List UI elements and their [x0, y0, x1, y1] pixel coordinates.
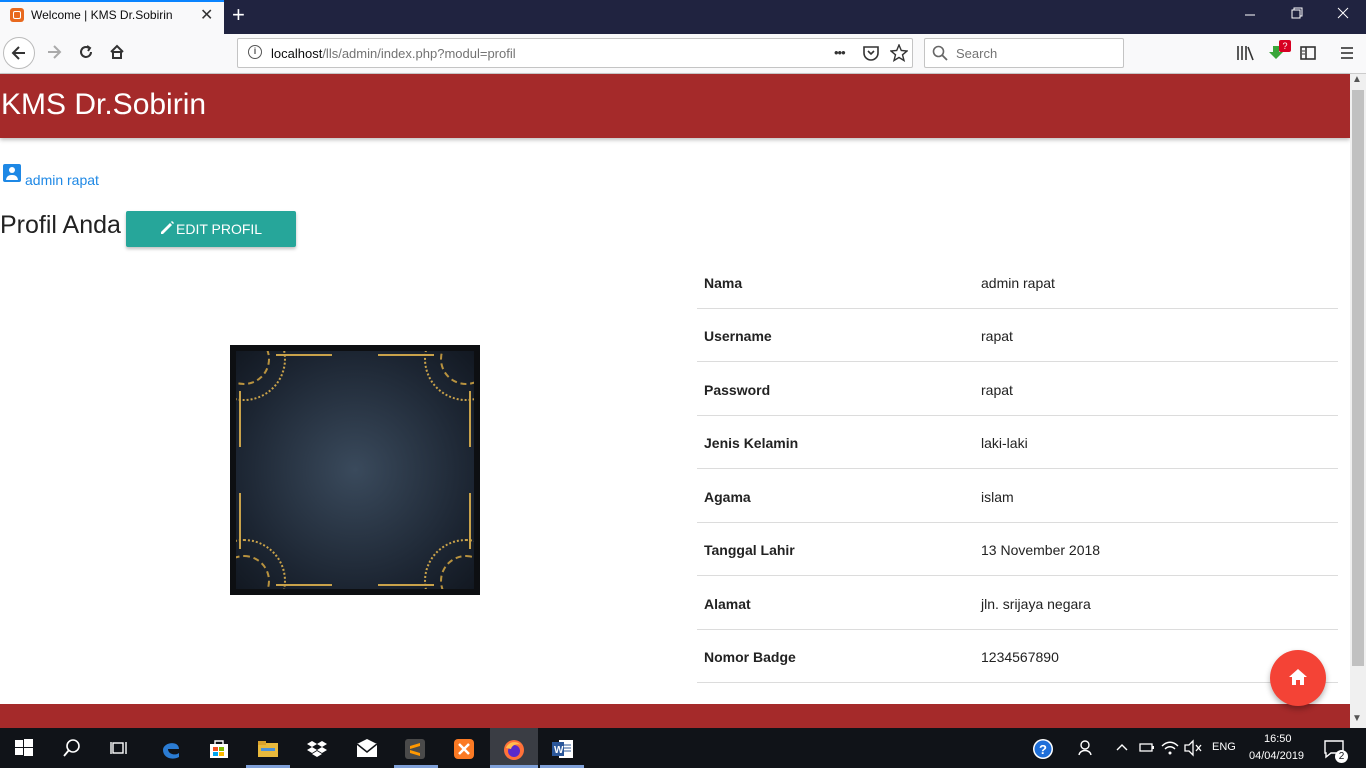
people-icon[interactable] [1077, 738, 1099, 760]
row-label: Nomor Badge [704, 649, 796, 665]
restore-window-icon[interactable] [1290, 6, 1304, 23]
volume-muted-icon[interactable] [1183, 738, 1205, 760]
home-icon[interactable] [103, 42, 131, 66]
close-window-icon[interactable] [1336, 6, 1350, 23]
edge-browser-icon[interactable] [160, 738, 182, 760]
help-icon[interactable]: ? [1032, 738, 1054, 760]
row-value: jln. srijaya negara [981, 596, 1091, 612]
table-row: Alamat jln. srijaya negara [697, 577, 1338, 630]
language-indicator[interactable]: ENG [1212, 741, 1236, 753]
close-tab-icon[interactable]: ✕ [200, 5, 213, 25]
sidebar-toggle-icon[interactable] [1300, 45, 1316, 66]
taskbar-search-icon[interactable] [62, 738, 84, 760]
table-row: Password rapat [697, 363, 1338, 416]
table-row: Username rapat [697, 309, 1338, 362]
power-battery-icon[interactable] [1138, 738, 1160, 760]
account-box-icon [3, 164, 21, 182]
row-label: Password [704, 382, 771, 398]
download-badge: ? [1279, 40, 1291, 52]
minimize-window-icon[interactable] [1244, 6, 1256, 23]
row-label: Username [704, 328, 772, 344]
row-value: 1234567890 [981, 649, 1059, 665]
user-profile-link[interactable]: admin rapat [25, 172, 99, 188]
row-label: Agama [704, 489, 751, 505]
wifi-icon[interactable] [1160, 738, 1182, 760]
row-value: admin rapat [981, 275, 1055, 291]
clock-date[interactable]: 04/04/2019 [1249, 750, 1304, 762]
library-icon[interactable] [1236, 45, 1254, 66]
sublime-text-icon[interactable] [404, 738, 426, 760]
row-label: Tanggal Lahir [704, 542, 795, 558]
row-label: Jenis Kelamin [704, 435, 799, 451]
pocket-icon[interactable] [862, 44, 880, 67]
row-value: 13 November 2018 [981, 542, 1101, 558]
task-view-icon[interactable] [110, 738, 132, 760]
pencil-icon [159, 220, 175, 236]
page-title: Profil Anda [0, 211, 121, 239]
clock-time[interactable]: 16:50 [1264, 733, 1292, 745]
site-brand[interactable]: KMS Dr.Sobirin [1, 88, 206, 122]
forward-arrow-icon[interactable] [40, 42, 68, 66]
back-arrow-icon[interactable] [3, 37, 35, 69]
site-footer [0, 704, 1350, 728]
row-label: Nama [704, 275, 743, 291]
search-placeholder: Search [956, 46, 998, 61]
row-value: rapat [981, 328, 1013, 344]
menu-icon[interactable] [1340, 46, 1354, 65]
row-label: Alamat [704, 596, 751, 612]
tab-title: Welcome | KMS Dr.Sobirin [31, 8, 173, 22]
notification-count-badge: 2 [1335, 750, 1348, 763]
bookmark-star-icon[interactable] [889, 43, 909, 67]
row-value: rapat [981, 382, 1013, 398]
svg-text:W: W [554, 745, 564, 756]
table-row: Tanggal Lahir 13 November 2018 [697, 523, 1338, 576]
scroll-down-arrow-icon[interactable]: ▼ [1352, 713, 1362, 724]
file-explorer-icon[interactable] [257, 738, 279, 760]
table-row: Nama admin rapat [697, 256, 1338, 309]
profile-photo [230, 345, 480, 595]
table-row: Agama islam [697, 470, 1338, 523]
row-value: islam [981, 489, 1014, 505]
dropbox-icon[interactable] [306, 738, 328, 760]
firefox-icon[interactable] [502, 738, 524, 760]
page-actions-icon[interactable]: ••• [834, 45, 846, 60]
show-hidden-icons-chevron-icon[interactable] [1115, 738, 1137, 760]
table-row: Jenis Kelamin laki-laki [697, 416, 1338, 469]
mail-icon[interactable] [355, 738, 378, 760]
reload-icon[interactable] [72, 42, 100, 66]
store-icon[interactable] [208, 738, 230, 760]
scroll-up-arrow-icon[interactable]: ▲ [1352, 74, 1362, 85]
table-row: Nomor Badge 1234567890 [697, 630, 1338, 683]
home-icon [1288, 667, 1308, 687]
new-tab-button[interactable]: + [232, 2, 245, 28]
search-icon [932, 45, 948, 66]
site-info-icon[interactable]: i [248, 45, 262, 59]
xampp-icon[interactable] [453, 738, 475, 760]
edit-profile-label: EDIT PROFIL [176, 221, 263, 237]
search-box[interactable] [924, 38, 1124, 68]
scrollbar-thumb[interactable] [1352, 90, 1364, 666]
word-icon[interactable]: W [551, 738, 573, 760]
site-favicon-icon [10, 8, 24, 22]
svg-text:?: ? [1039, 742, 1047, 757]
url-text[interactable]: localhost/lls/admin/index.php?modul=prof… [271, 46, 516, 61]
edit-profile-button[interactable]: EDIT PROFIL [126, 211, 296, 247]
row-value: laki-laki [981, 435, 1028, 451]
windows-start-icon[interactable] [14, 738, 36, 760]
